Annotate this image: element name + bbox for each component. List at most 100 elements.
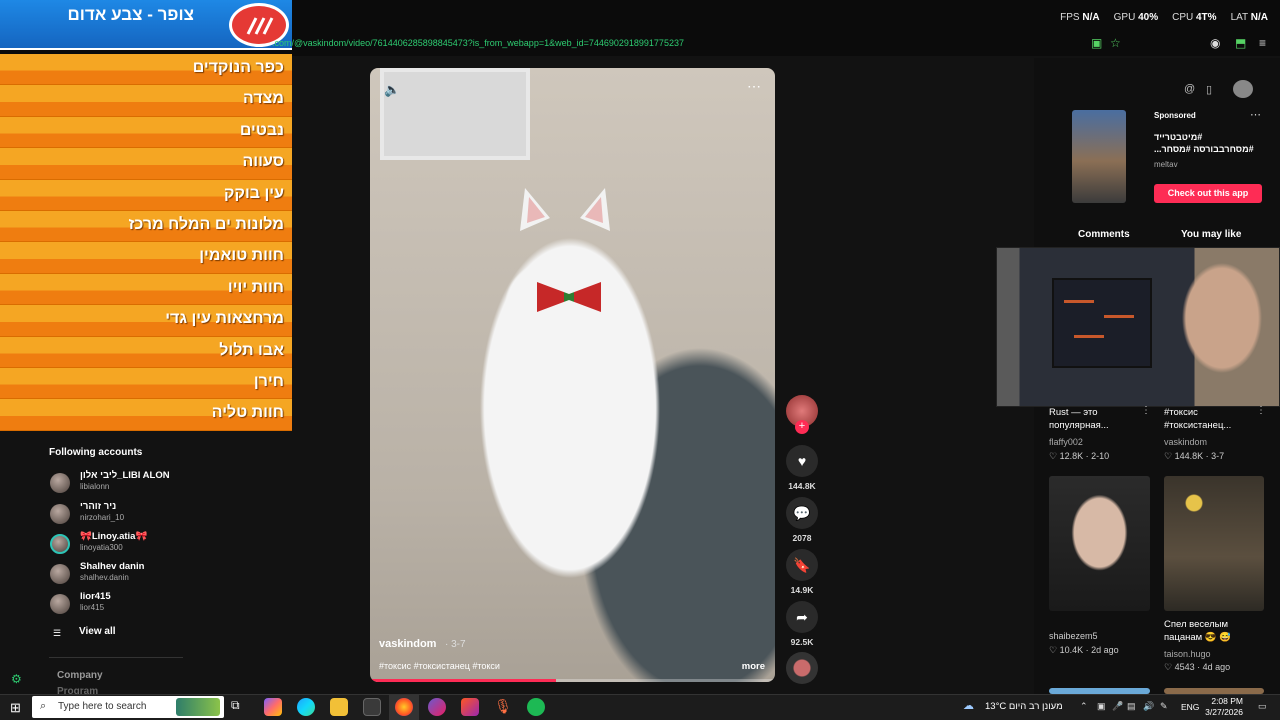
music-disc-icon[interactable] [786, 652, 818, 684]
edge-browser-icon[interactable] [297, 698, 315, 716]
card-user[interactable]: shaibezem5 [1049, 631, 1098, 641]
video-thumbnail[interactable] [1164, 476, 1264, 611]
cpu-stat: CPU 4T% [1172, 12, 1217, 23]
tray-network-icon[interactable]: ▤ [1127, 701, 1136, 712]
tray-volume-icon[interactable]: 🔊 [1143, 701, 1154, 712]
alert-location: מצדה [0, 85, 292, 117]
menu-icon[interactable]: ≡ [1259, 36, 1266, 50]
card-more-icon[interactable]: ⋮ [1256, 405, 1266, 416]
card-stats: ♡ 12.8K · 2-10 [1049, 451, 1110, 461]
tray-chevron-icon[interactable]: ⌃ [1080, 701, 1088, 712]
save-button[interactable]: 🔖 14.9K [786, 549, 818, 595]
video-author[interactable]: vaskindom [379, 638, 436, 650]
red-alert-banner: צופר - צבע אדום [0, 0, 292, 50]
company-link[interactable]: Company [57, 670, 103, 681]
following-accounts-title: Following accounts [49, 447, 143, 458]
card-caption[interactable]: #токсис #токсистанец... [1164, 406, 1264, 432]
bookmark-star-icon[interactable]: ☆ [1110, 36, 1121, 50]
tray-pen-icon[interactable]: ✎ [1160, 701, 1168, 712]
alert-location: כפר הנוקדים [0, 54, 292, 86]
video-player[interactable]: 🔈 ⋯ vaskindom · 3-7 #токсис #токсистанец… [370, 68, 775, 682]
alert-location: חוות טואמין [0, 242, 292, 274]
tray-mic-icon[interactable]: 🎤 [1112, 701, 1123, 712]
bookmark-icon: 🔖 [786, 549, 818, 581]
microphone-app-icon[interactable]: 🎙 [494, 698, 512, 716]
avatar [50, 534, 70, 554]
following-account[interactable]: ניר זוהרי nirzohari_10 [50, 501, 270, 529]
tab-you-may-like[interactable]: You may like [1181, 229, 1241, 240]
avatar [50, 594, 70, 614]
alert-location: סעווה [0, 148, 292, 180]
like-count: 144.8K [788, 481, 816, 491]
extension-icon[interactable]: ◉ [1210, 36, 1220, 50]
weather-text[interactable]: 13°C מעונן רב היום [985, 701, 1063, 712]
task-view-icon[interactable]: ⧉ [231, 698, 249, 716]
share-button[interactable]: ➦ 92.5K [786, 601, 818, 647]
spotify-icon[interactable] [527, 698, 545, 716]
webcam-overlay [996, 247, 1280, 407]
card-user[interactable]: taison.hugo [1164, 649, 1211, 659]
taskbar-clock[interactable]: 2:08 PM 3/27/2026 [1205, 696, 1243, 718]
address-bar-url[interactable]: .com/@vaskindom/video/761440628589884547… [272, 38, 684, 48]
gpu-stat: GPU 40% [1113, 12, 1159, 23]
webcam-monitor [1052, 278, 1152, 368]
card-caption[interactable]: Спел веселым пацанам 😎 😅 [1164, 618, 1264, 644]
copilot-icon[interactable] [264, 698, 282, 716]
more-options-icon[interactable]: ⋯ [747, 78, 761, 95]
store-icon[interactable] [363, 698, 381, 716]
wall-photo-frame [380, 68, 530, 160]
tray-app-icon[interactable]: ▣ [1097, 701, 1106, 712]
sponsor-cta-button[interactable]: Check out this app [1154, 184, 1262, 203]
following-account[interactable]: 🎀Linoy.atia🎀 linoyatia300 [50, 531, 270, 559]
app-icon[interactable] [461, 698, 479, 716]
search-icon: ⌕ [40, 700, 47, 712]
following-account[interactable]: lior415 lior415 [50, 591, 270, 619]
firefox-icon[interactable] [395, 698, 413, 716]
alert-location: חוות יויו [0, 273, 292, 306]
alert-location: עין בוקק [0, 179, 292, 211]
input-language[interactable]: ENG [1181, 702, 1199, 712]
share-arrow-icon: ➦ [786, 601, 818, 633]
phone-icon[interactable]: ▯ [1206, 83, 1212, 96]
screenshot-icon[interactable]: ▣ [1091, 36, 1102, 50]
volume-icon[interactable]: 🔈 [384, 82, 400, 98]
sponsored-label: Sponsored [1154, 111, 1196, 120]
tab-comments[interactable]: Comments [1078, 229, 1130, 240]
sponsor-name: meltav [1154, 160, 1178, 169]
following-account[interactable]: ליבי אלון_LIBI ALON libialonn [50, 470, 270, 498]
more-caption-button[interactable]: more [742, 661, 765, 672]
view-all-link[interactable]: View all [79, 626, 116, 637]
search-highlight-image [176, 698, 220, 716]
alert-location: חוות טליה [0, 399, 292, 431]
video-progress-bar[interactable] [370, 679, 775, 682]
alert-location: מרחצאות עין גדי [0, 305, 292, 337]
alert-location: נבטים [0, 116, 292, 149]
notification-icon[interactable]: ▭ [1258, 701, 1267, 712]
follow-plus-icon[interactable]: + [795, 420, 809, 434]
card-user[interactable]: vaskindom [1164, 437, 1207, 447]
card-caption[interactable]: Rust — это популярная... [1049, 406, 1149, 432]
list-icon: ☰ [53, 628, 62, 638]
sponsor-thumbnail[interactable] [1072, 110, 1126, 203]
save-count: 14.9K [790, 585, 814, 595]
following-account[interactable]: Shalhev danin shalhev.danin [50, 561, 270, 589]
settings-gear-icon[interactable]: ⚙ [11, 672, 22, 686]
card-user[interactable]: flaffy002 [1049, 437, 1083, 447]
comment-icon: 💬 [786, 497, 818, 529]
card-stats: ♡ 4543 · 4d ago [1164, 662, 1231, 672]
puzzle-icon[interactable]: ⬒ [1235, 36, 1246, 50]
obs-icon[interactable] [428, 698, 446, 716]
comment-button[interactable]: 💬 2078 [786, 497, 818, 543]
alert-title: צופר - צבע אדום [67, 5, 194, 24]
video-thumbnail[interactable] [1049, 476, 1150, 611]
at-icon[interactable]: @ [1184, 83, 1195, 95]
sponsor-more-icon[interactable]: ⋯ [1250, 108, 1261, 121]
windows-start-icon[interactable]: ⊞ [10, 700, 21, 716]
sponsor-text: #מיטבטרייד #מסחרבבורסה #מסחר... [1154, 132, 1254, 154]
like-button[interactable]: ♥ 144.8K [786, 445, 818, 491]
file-explorer-icon[interactable] [330, 698, 348, 716]
video-hashtags[interactable]: #токсис #токсистанец #токси [379, 661, 500, 671]
card-more-icon[interactable]: ⋮ [1141, 405, 1151, 416]
avatar [50, 564, 70, 584]
profile-avatar[interactable] [1233, 80, 1253, 98]
